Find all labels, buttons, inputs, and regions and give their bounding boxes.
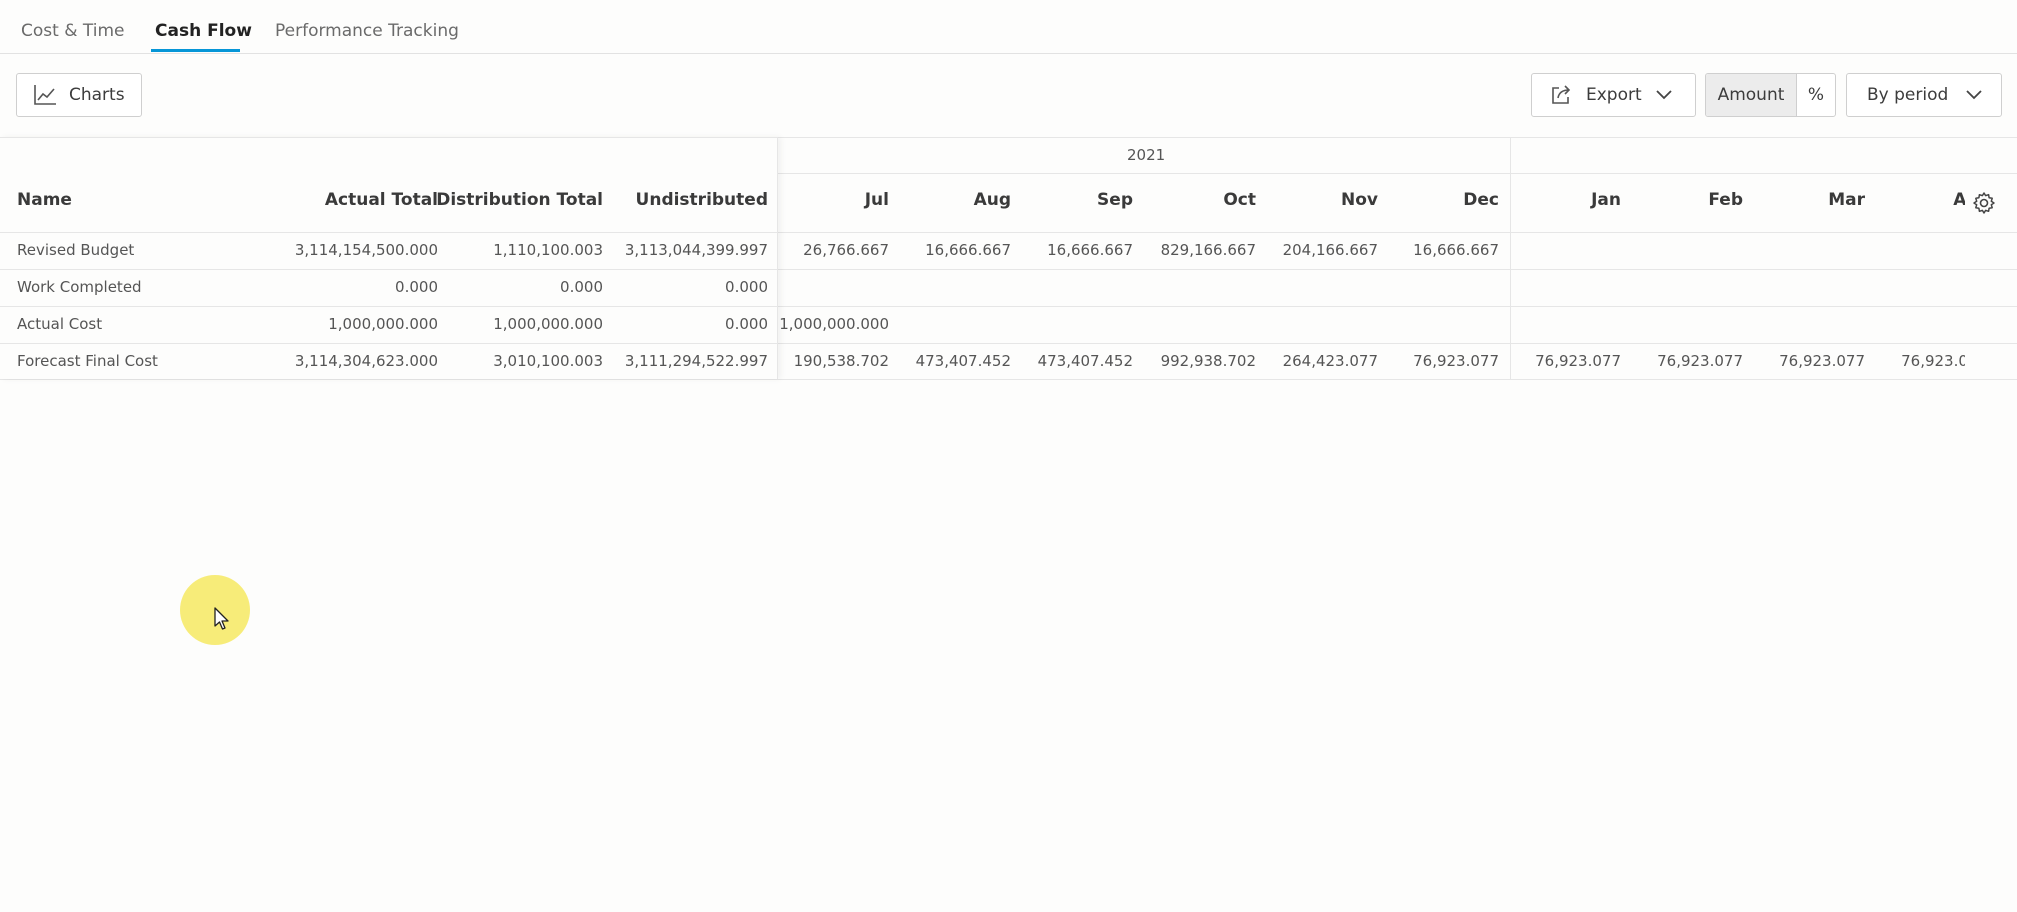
cell-actual-total: 0.000	[395, 278, 438, 296]
cell-month-value: 76,923.077	[1901, 352, 1965, 370]
column-header-month-aug[interactable]: Aug	[974, 190, 1011, 210]
cell-month-value: 204,166.667	[1282, 241, 1378, 259]
line-chart-icon	[34, 85, 56, 105]
cell-month-value: 190,538.702	[793, 352, 889, 370]
column-header-month-mar[interactable]: Mar	[1828, 190, 1865, 210]
cell-month-value: 264,423.077	[1282, 352, 1378, 370]
cell-distribution-total: 1,000,000.000	[493, 315, 603, 333]
column-header-month-dec[interactable]: Dec	[1463, 190, 1499, 210]
active-tab-indicator	[151, 49, 240, 52]
column-header-month-jan[interactable]: Jan	[1591, 190, 1621, 210]
percent-toggle-option[interactable]: %	[1797, 74, 1835, 116]
column-header-month-nov[interactable]: Nov	[1341, 190, 1378, 210]
cell-month-value: 16,666.667	[925, 241, 1011, 259]
cursor-icon	[214, 607, 229, 630]
cell-month-value: 473,407.452	[915, 352, 1011, 370]
cell-month-value: 992,938.702	[1160, 352, 1256, 370]
cell-month-value: 76,923.077	[1535, 352, 1621, 370]
tab-performance-tracking[interactable]: Performance Tracking	[275, 21, 459, 41]
row-name: Work Completed	[17, 278, 142, 296]
cell-month-value: 473,407.452	[1037, 352, 1133, 370]
cell-month-value: 76,923.077	[1657, 352, 1743, 370]
cell-month-value: 76,923.077	[1779, 352, 1865, 370]
cell-month-value: 16,666.667	[1413, 241, 1499, 259]
column-header-distribution-total[interactable]: Distribution Total	[436, 190, 603, 210]
chevron-down-icon	[1966, 90, 1982, 100]
column-header-undistributed[interactable]: Undistributed	[636, 190, 768, 210]
amount-toggle-option[interactable]: Amount	[1706, 74, 1797, 116]
cell-month-value: 26,766.667	[803, 241, 889, 259]
row-name: Actual Cost	[17, 315, 103, 333]
column-header-month-apr[interactable]: Apr	[1953, 190, 1965, 210]
chevron-down-icon	[1656, 90, 1672, 100]
cell-month-value: 829,166.667	[1160, 241, 1256, 259]
period-select[interactable]: By period	[1846, 73, 2002, 117]
gear-icon[interactable]	[1972, 191, 1996, 215]
column-header-month-jul[interactable]: Jul	[865, 190, 889, 210]
period-select-value: By period	[1867, 85, 1949, 105]
export-icon	[1552, 85, 1571, 104]
charts-button[interactable]: Charts	[16, 73, 142, 117]
column-header-name[interactable]: Name	[17, 190, 72, 210]
cell-undistributed: 3,111,294,522.997	[624, 352, 768, 370]
cell-undistributed: 3,113,044,399.997	[624, 241, 768, 259]
amount-percent-toggle: Amount %	[1705, 73, 1836, 117]
month-columns-viewport[interactable]: Jul 26,766.667 1,000,000.000 190,538.702 Aug…	[778, 137, 1965, 380]
column-header-month-feb[interactable]: Feb	[1708, 190, 1743, 210]
tab-cash-flow[interactable]: Cash Flow	[155, 21, 252, 41]
export-label: Export	[1586, 85, 1642, 105]
cell-actual-total: 1,000,000.000	[328, 315, 438, 333]
cell-actual-total: 3,114,154,500.000	[294, 241, 438, 259]
column-header-month-oct[interactable]: Oct	[1223, 190, 1256, 210]
cell-actual-total: 3,114,304,623.000	[294, 352, 438, 370]
cell-month-value: 16,666.667	[1047, 241, 1133, 259]
column-header-month-sep[interactable]: Sep	[1097, 190, 1133, 210]
column-header-actual-total[interactable]: Actual Total	[325, 190, 438, 210]
row-name: Forecast Final Cost	[17, 352, 158, 370]
charts-label: Charts	[69, 85, 125, 105]
tab-bar: Cost & Time Cash Flow Performance Tracki…	[0, 0, 2017, 54]
row-name: Revised Budget	[17, 241, 135, 259]
cell-distribution-total: 3,010,100.003	[493, 352, 603, 370]
cell-distribution-total: 0.000	[560, 278, 603, 296]
tab-cost-time[interactable]: Cost & Time	[21, 21, 124, 41]
cell-month-value: 1,000,000.000	[779, 315, 889, 333]
cell-undistributed: 0.000	[725, 278, 768, 296]
cell-distribution-total: 1,110,100.003	[493, 241, 603, 259]
cell-month-value: 76,923.077	[1413, 352, 1499, 370]
cell-undistributed: 0.000	[725, 315, 768, 333]
export-button[interactable]: Export	[1531, 73, 1696, 117]
